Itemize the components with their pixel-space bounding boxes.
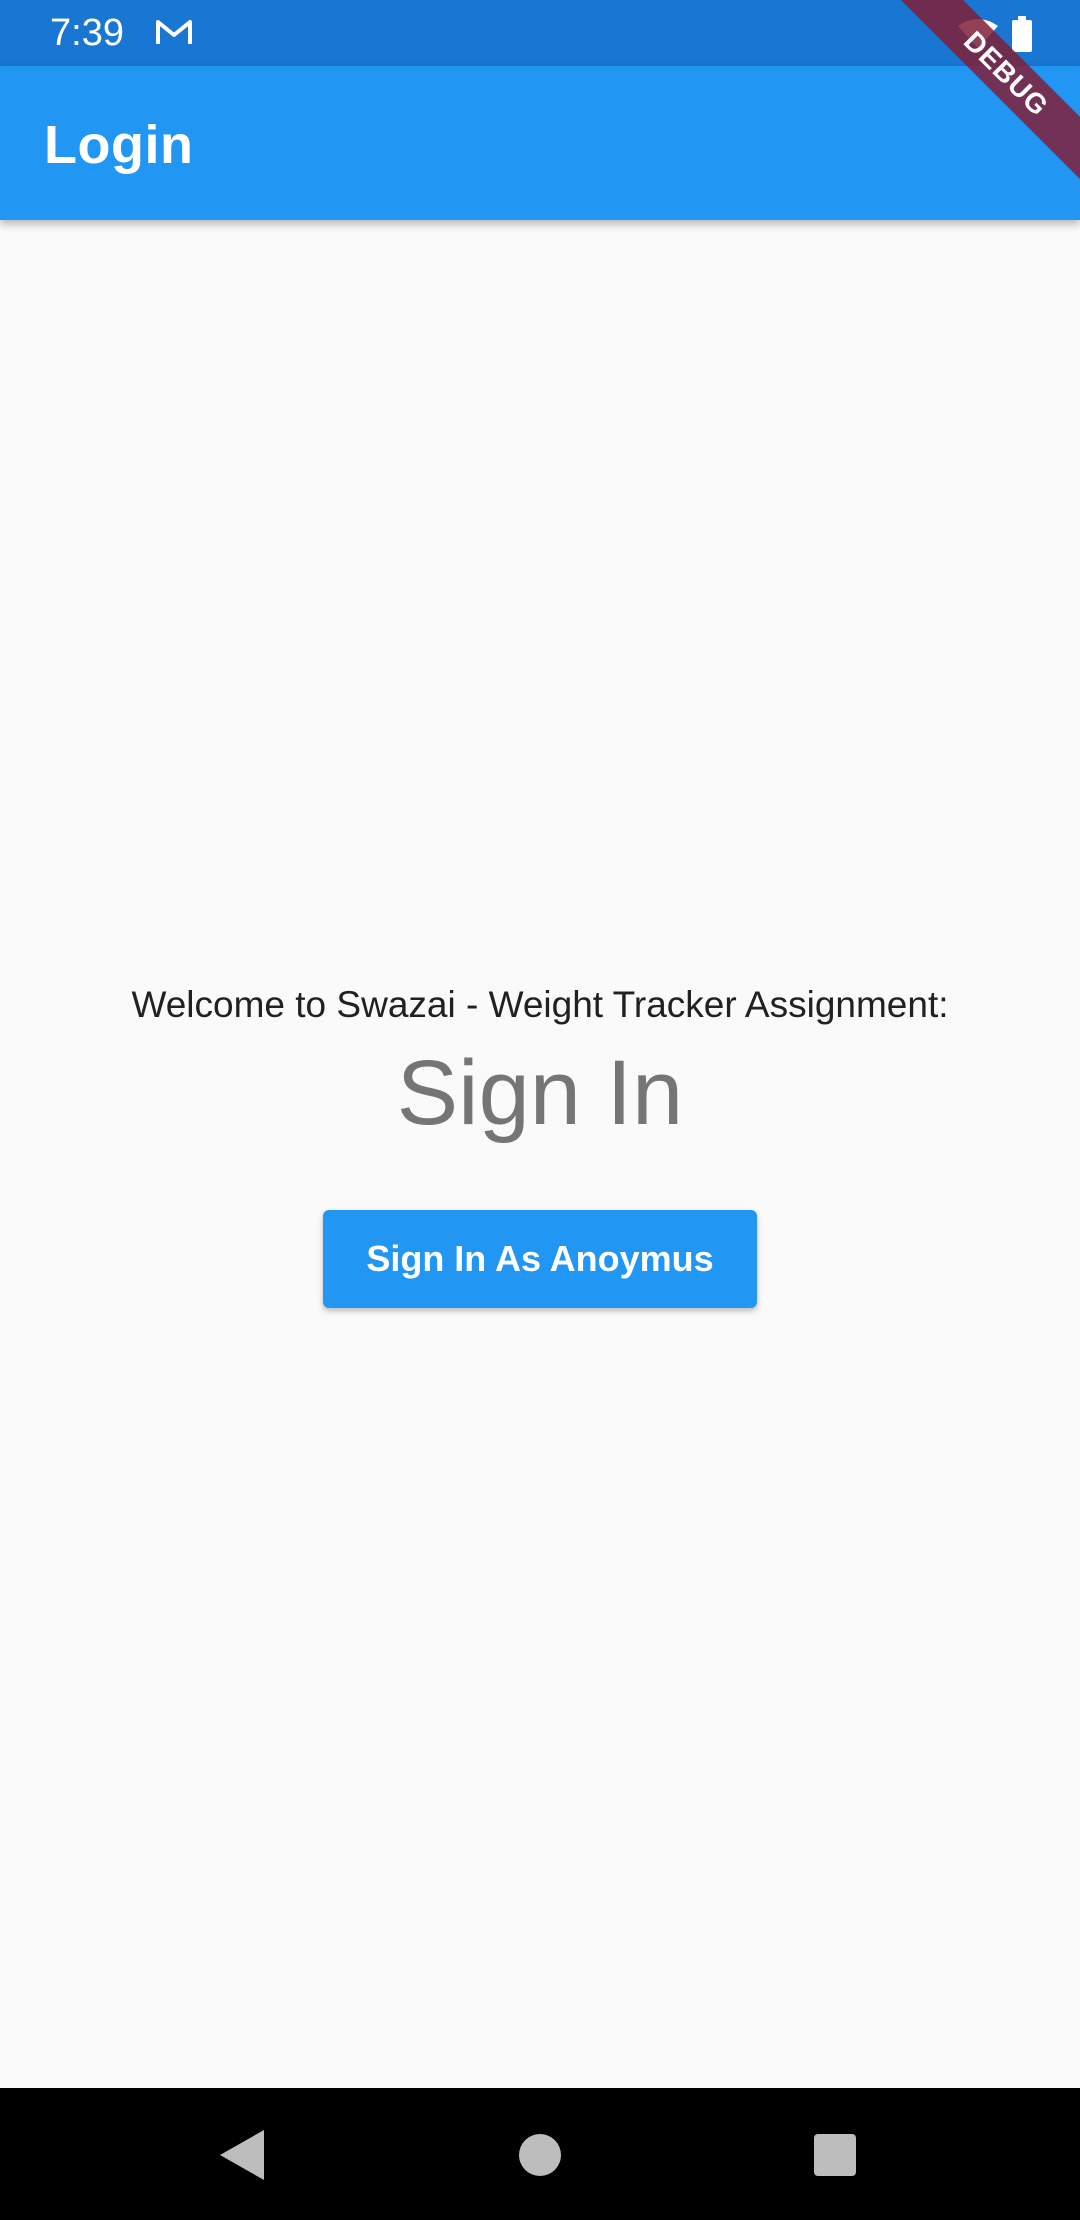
sign-in-anonymous-button[interactable]: Sign In As Anoymus [323, 1210, 757, 1308]
status-indicators [958, 14, 1032, 54]
home-icon[interactable] [519, 2134, 561, 2176]
app-bar: Login [0, 66, 1080, 220]
status-time: 7:39 [50, 12, 124, 54]
wifi-icon [958, 19, 998, 48]
status-bar: 7:39 [0, 0, 1080, 66]
screen: 7:39 Login DEBUG Welcome to Swazai - Wei… [0, 0, 1080, 2220]
back-icon[interactable] [220, 2130, 264, 2180]
battery-icon [1012, 16, 1032, 52]
navigation-bar [0, 2088, 1080, 2220]
recents-icon[interactable] [814, 2134, 856, 2176]
gmail-icon [156, 20, 192, 44]
sign-in-heading: Sign In [396, 1042, 684, 1144]
welcome-text: Welcome to Swazai - Weight Tracker Assig… [131, 984, 949, 1025]
page-title: Login [44, 115, 194, 175]
login-content: Welcome to Swazai - Weight Tracker Assig… [0, 220, 1080, 2088]
